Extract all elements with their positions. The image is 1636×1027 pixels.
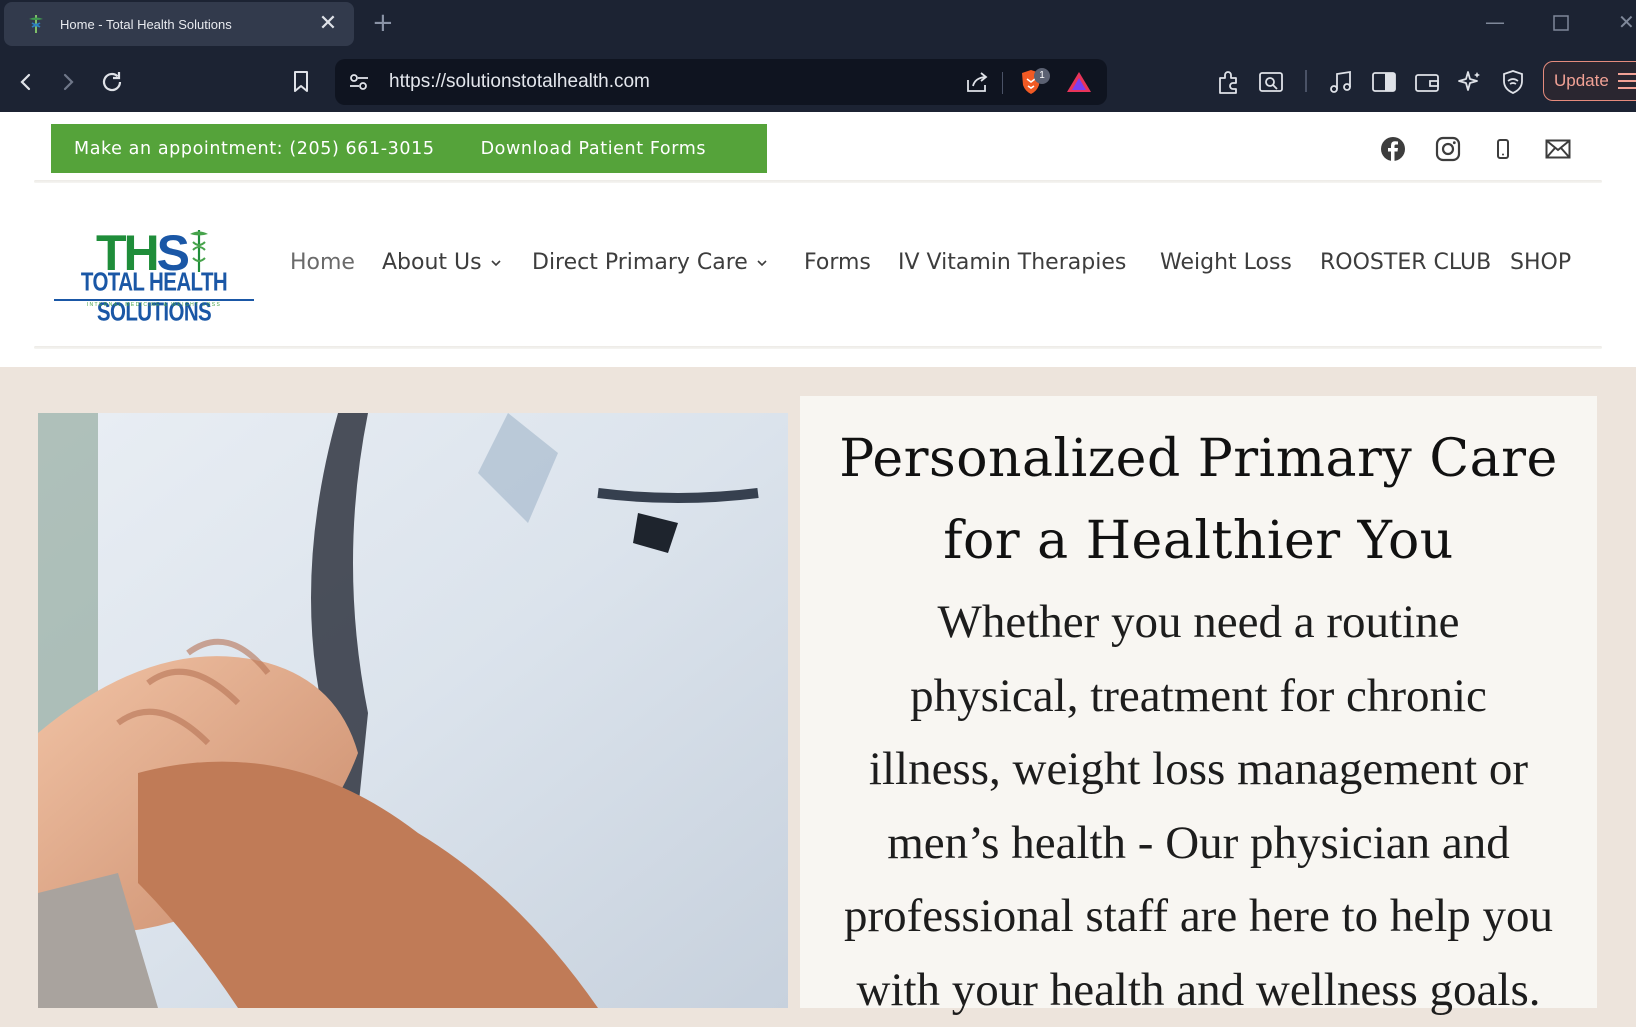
- header-divider-bottom: [34, 346, 1602, 349]
- menu-icon: [1618, 73, 1636, 94]
- chevron-down-icon: [756, 257, 768, 269]
- nav-rooster-club[interactable]: ROOSTER CLUB: [1320, 250, 1491, 275]
- extensions-icon[interactable]: [1213, 66, 1245, 98]
- reader-mode-icon[interactable]: [1255, 66, 1287, 98]
- reload-icon[interactable]: [96, 66, 128, 98]
- logo-tagline: INTERNAL MEDICINE & WEIGHT LOSS: [86, 302, 222, 308]
- site-logo[interactable]: THS TOTAL HEALTH SOLUTIONS INTERNAL MEDI…: [54, 228, 254, 327]
- nav-home[interactable]: Home: [290, 250, 355, 275]
- browser-tab-bar: Home - Total Health Solutions ✕ + — ✕: [0, 0, 1636, 52]
- vpn-icon[interactable]: [1497, 66, 1529, 98]
- share-icon[interactable]: [961, 66, 993, 98]
- appointment-link[interactable]: Make an appointment: (205) 661-3015: [74, 139, 435, 159]
- bookmark-icon[interactable]: [285, 66, 317, 98]
- browser-toolbar: https://solutionstotalhealth.com 1: [0, 52, 1636, 112]
- nav-shop[interactable]: SHOP: [1510, 250, 1571, 275]
- nav-direct-primary-care[interactable]: Direct Primary Care: [532, 250, 768, 275]
- update-button[interactable]: Update: [1543, 61, 1636, 101]
- nav-weight-loss[interactable]: Weight Loss: [1160, 250, 1292, 275]
- new-tab-icon[interactable]: +: [372, 8, 394, 38]
- hero-title: Personalized Primary Care for a Healthie…: [839, 429, 1558, 571]
- back-icon[interactable]: [10, 66, 42, 98]
- tab-title: Home - Total Health Solutions: [60, 16, 232, 32]
- music-icon[interactable]: [1325, 66, 1357, 98]
- nav-forms[interactable]: Forms: [804, 250, 871, 275]
- maximize-window-icon[interactable]: [1553, 12, 1569, 36]
- brave-rewards-icon[interactable]: [1063, 66, 1095, 98]
- logo-name: TOTAL HEALTH SOLUTIONS: [80, 268, 228, 327]
- minimize-window-icon[interactable]: —: [1485, 10, 1505, 34]
- hero-image-doctor-holding-hands: [38, 413, 788, 1008]
- wallet-icon[interactable]: [1411, 66, 1443, 98]
- leo-ai-icon[interactable]: [1454, 66, 1486, 98]
- facebook-icon[interactable]: [1376, 132, 1410, 166]
- forward-icon[interactable]: [52, 66, 84, 98]
- nav-iv-vitamin-therapies[interactable]: IV Vitamin Therapies: [898, 250, 1126, 275]
- close-tab-icon[interactable]: ✕: [316, 13, 340, 35]
- logo-underline: [54, 299, 254, 301]
- contact-bar: Make an appointment: (205) 661-3015 Down…: [51, 124, 767, 173]
- site-settings-icon[interactable]: [343, 66, 375, 98]
- sidebar-icon[interactable]: [1368, 66, 1400, 98]
- shields-count-badge: 1: [1034, 68, 1050, 84]
- chevron-down-icon: [490, 257, 502, 269]
- instagram-icon[interactable]: [1431, 132, 1465, 166]
- hero-description: Whether you need a routine physical, tre…: [843, 596, 1554, 1016]
- email-icon[interactable]: [1541, 132, 1575, 166]
- hero-text-card: Personalized Primary Care for a Healthie…: [800, 396, 1597, 1016]
- download-forms-link[interactable]: Download Patient Forms: [481, 139, 706, 159]
- caduceus-favicon-icon: [24, 12, 48, 36]
- url-text[interactable]: https://solutionstotalhealth.com: [389, 71, 650, 93]
- browser-tab-active[interactable]: Home - Total Health Solutions ✕: [4, 2, 354, 46]
- header-divider-top: [34, 180, 1602, 183]
- close-window-icon[interactable]: ✕: [1618, 10, 1635, 34]
- nav-about-us[interactable]: About Us: [382, 250, 502, 275]
- phone-icon[interactable]: [1486, 132, 1520, 166]
- update-button-label: Update: [1554, 71, 1609, 90]
- address-bar[interactable]: https://solutionstotalhealth.com: [335, 59, 1107, 105]
- toolbar-divider: [1305, 70, 1307, 92]
- address-bar-divider: [1002, 72, 1003, 94]
